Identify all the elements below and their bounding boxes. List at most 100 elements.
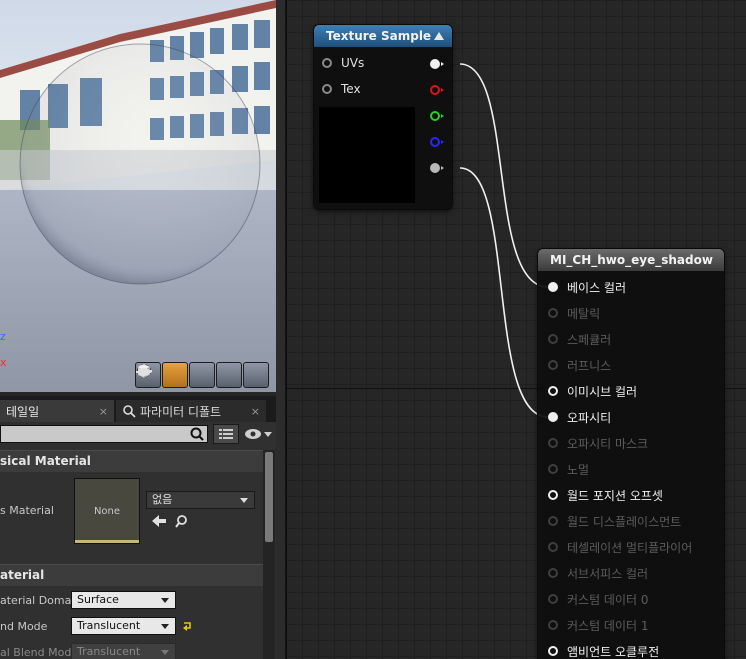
input-pin-uvs[interactable]: UVs <box>322 54 364 72</box>
pin-label: 오파시티 마스크 <box>567 436 649 451</box>
phys-material-label: s Material <box>0 504 54 517</box>
pin-icon <box>548 386 558 396</box>
use-selected-arrow-icon[interactable] <box>151 514 167 528</box>
material-input-pin[interactable]: 테셀레이션 멀티플라이어 <box>548 538 692 556</box>
pin-icon <box>548 438 558 448</box>
material-input-pin[interactable]: 오파시티 <box>548 408 611 426</box>
panel-splitter[interactable] <box>276 0 286 659</box>
custom-mesh-preview-button[interactable] <box>136 362 269 388</box>
decal-blend-mode-select: Translucent <box>71 643 176 659</box>
pin-label: 테셀레이션 멀티플라이어 <box>567 540 693 555</box>
details-tabbar: 테일일 × 파라미터 디폴트 × <box>0 396 276 422</box>
input-pin-tex[interactable]: Tex <box>322 80 361 98</box>
node-header[interactable]: MI_CH_hwo_eye_shadow <box>538 249 724 271</box>
axis-x-label: x <box>0 356 7 369</box>
chevron-down-icon <box>161 624 169 629</box>
blue-output-pin[interactable] <box>430 137 444 147</box>
grid-icon <box>219 429 233 439</box>
node-title: MI_CH_hwo_eye_shadow <box>550 253 713 267</box>
browse-search-icon[interactable] <box>174 514 190 528</box>
decal-blend-mode-label: al Blend Mode <box>0 646 79 659</box>
section-title: sical Material <box>0 454 91 468</box>
pin-label: 월드 포지션 오프셋 <box>567 488 663 503</box>
section-physical-material[interactable]: sical Material <box>0 450 263 472</box>
property-matrix-button[interactable] <box>213 424 239 444</box>
pin-icon <box>548 542 558 552</box>
material-input-pin[interactable]: 메탈릭 <box>548 304 600 322</box>
blend-mode-select[interactable]: Translucent <box>71 617 176 635</box>
pin-label: 커스텀 데이터 1 <box>567 618 649 633</box>
tab-details[interactable]: 테일일 × <box>0 400 114 422</box>
pin-icon <box>322 58 332 68</box>
material-input-pin[interactable]: 이미시브 컬러 <box>548 382 637 400</box>
select-value: Translucent <box>77 619 141 632</box>
details-search-row <box>0 422 276 446</box>
pin-label: 커스텀 데이터 0 <box>567 592 649 607</box>
pin-icon <box>548 308 558 318</box>
pin-label: UVs <box>341 56 365 70</box>
section-material[interactable]: aterial <box>0 564 263 586</box>
close-icon[interactable]: × <box>251 405 260 418</box>
pin-icon <box>548 412 558 422</box>
details-search-input[interactable] <box>0 425 208 443</box>
teapot-icon <box>136 368 152 376</box>
search-globe-icon <box>123 405 136 418</box>
material-result-node[interactable]: MI_CH_hwo_eye_shadow 베이스 컬러메탈릭스페큘러러프니스이미… <box>538 249 724 659</box>
pin-label: Tex <box>341 82 361 96</box>
material-input-pin[interactable]: 커스텀 데이터 1 <box>548 616 649 634</box>
close-icon[interactable]: × <box>99 405 108 418</box>
details-scrollbar[interactable] <box>263 450 275 659</box>
pin-label: 오파시티 <box>567 410 612 425</box>
pin-label: 메탈릭 <box>567 306 601 321</box>
rgb-output-pin[interactable] <box>430 59 444 69</box>
picker-value: 없음 <box>152 493 173 506</box>
pin-icon <box>322 84 332 94</box>
node-header[interactable]: Texture Sample <box>314 25 452 47</box>
phys-material-picker[interactable]: 없음 <box>146 491 255 509</box>
pin-label: 앰비언트 오클루전 <box>567 644 660 659</box>
material-domain-select[interactable]: Surface <box>71 591 176 609</box>
pin-label: 노멀 <box>567 462 590 477</box>
scrollbar-thumb[interactable] <box>265 452 273 542</box>
section-title: aterial <box>0 568 45 582</box>
tab-parameter-defaults[interactable]: 파라미터 디폴트 × <box>116 400 266 422</box>
green-output-pin[interactable] <box>430 111 444 121</box>
pin-icon <box>548 360 558 370</box>
plane-preview-button[interactable] <box>136 362 215 388</box>
pin-label: 월드 디스플레이스먼트 <box>567 514 682 529</box>
pin-icon <box>548 620 558 630</box>
material-input-pin[interactable]: 월드 디스플레이스먼트 <box>548 512 681 530</box>
material-input-pin[interactable]: 오파시티 마스크 <box>548 434 648 452</box>
chevron-down-icon <box>161 598 169 603</box>
details-panel: 테일일 × 파라미터 디폴트 × sical Material s Materi… <box>0 396 277 659</box>
view-options-button[interactable] <box>244 426 274 445</box>
material-input-pin[interactable]: 스페큘러 <box>548 330 611 348</box>
phys-material-thumbnail[interactable]: None <box>74 478 140 544</box>
pin-icon <box>548 490 558 500</box>
pin-icon <box>548 594 558 604</box>
cube-preview-button[interactable] <box>138 362 242 388</box>
material-graph-canvas[interactable]: Texture Sample UVs Tex MI_CH_hwo_eye_sha… <box>286 0 746 659</box>
pin-icon <box>548 646 558 656</box>
material-preview-viewport[interactable]: z x <box>0 0 276 392</box>
material-input-pin[interactable]: 월드 포지션 오프셋 <box>548 486 663 504</box>
material-input-pin[interactable]: 서브서피스 컬러 <box>548 564 648 582</box>
tab-label: 파라미터 디폴트 <box>140 404 222 419</box>
material-input-pin[interactable]: 커스텀 데이터 0 <box>548 590 649 608</box>
sphere-preview-button[interactable] <box>137 362 188 388</box>
material-input-pin[interactable]: 앰비언트 오클루전 <box>548 642 659 659</box>
material-input-pin[interactable]: 베이스 컬러 <box>548 278 626 296</box>
pin-icon <box>548 282 558 292</box>
pin-icon <box>548 516 558 526</box>
node-title: Texture Sample <box>326 29 432 43</box>
alpha-output-pin[interactable] <box>430 163 444 173</box>
texture-sample-node[interactable]: Texture Sample UVs Tex <box>314 25 452 209</box>
pin-icon <box>548 464 558 474</box>
texture-preview <box>319 107 415 203</box>
material-input-pin[interactable]: 러프니스 <box>548 356 611 374</box>
red-output-pin[interactable] <box>430 85 444 95</box>
search-icon[interactable] <box>189 426 205 442</box>
collapse-arrow-icon[interactable] <box>434 32 444 40</box>
material-input-pin[interactable]: 노멀 <box>548 460 589 478</box>
reset-to-default-icon[interactable] <box>181 620 193 632</box>
